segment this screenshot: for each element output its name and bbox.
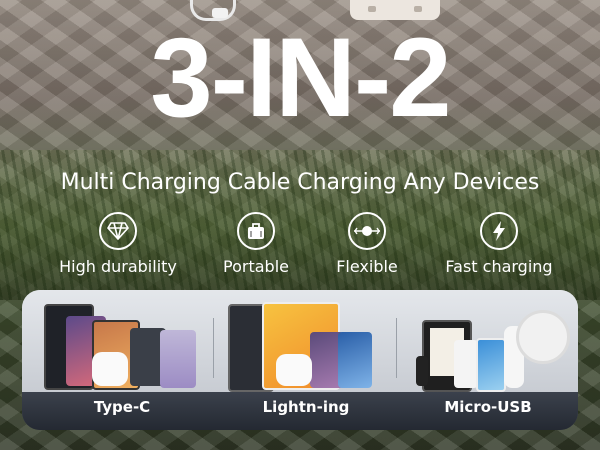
- phone-image: [160, 330, 196, 388]
- bluetooth-speaker-image: [416, 356, 428, 386]
- earbuds-image: [92, 352, 128, 386]
- fan-image: [516, 310, 570, 364]
- divider: [213, 318, 214, 378]
- feature-label: Fast charging: [445, 257, 553, 276]
- connector-label-type-c: Type-C: [93, 398, 151, 416]
- connector-label-lightning: Lightn-ing: [262, 398, 350, 416]
- lightning-icon: [480, 212, 518, 250]
- earbuds-image: [276, 354, 312, 386]
- cable-dot-icon: [348, 212, 386, 250]
- charger-port: [368, 6, 376, 12]
- charger-port: [414, 6, 422, 12]
- phone-image: [476, 338, 506, 392]
- device-panel: Type-C Lightn-ing Micro-USB: [22, 290, 578, 430]
- feature-high-durability: High durability: [48, 212, 188, 276]
- feature-fast-charging: Fast charging: [429, 212, 569, 276]
- briefcase-icon: [237, 212, 275, 250]
- connector-label-micro-usb: Micro-USB: [444, 398, 532, 416]
- feature-label: Flexible: [336, 257, 398, 276]
- divider: [396, 318, 397, 378]
- headline: 3-IN-2: [150, 15, 451, 140]
- phone-image: [338, 332, 372, 388]
- banner: 3-IN-2 Multi Charging Cable Charging Any…: [0, 0, 600, 450]
- power-bank-image: [454, 340, 478, 388]
- feature-label: High durability: [59, 257, 177, 276]
- diamond-icon: [99, 212, 137, 250]
- feature-flexible: Flexible: [297, 212, 437, 276]
- subtitle: Multi Charging Cable Charging Any Device…: [60, 170, 540, 195]
